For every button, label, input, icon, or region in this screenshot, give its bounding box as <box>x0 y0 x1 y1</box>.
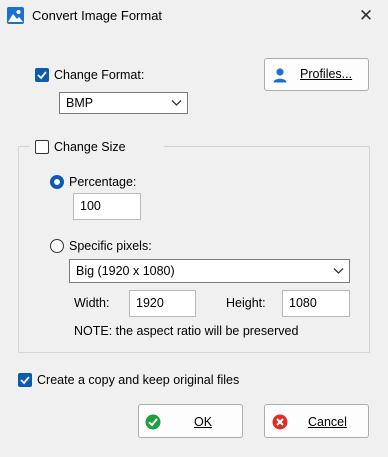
pixel-preset-value: Big (1920 x 1080) <box>76 264 175 278</box>
user-icon <box>273 68 287 83</box>
checkmark-icon <box>37 71 47 80</box>
width-input[interactable]: 1920 <box>129 290 196 317</box>
window-title: Convert Image Format <box>32 8 163 23</box>
profiles-button-label: Profiles... <box>300 67 353 81</box>
title-bar: Convert Image Format ✕ <box>0 0 388 33</box>
check-circle-icon <box>145 414 161 430</box>
close-button[interactable]: ✕ <box>350 4 382 28</box>
percentage-input[interactable]: 100 <box>73 193 141 220</box>
cancel-button[interactable]: Cancel <box>264 404 369 438</box>
specific-pixels-label: Specific pixels: <box>69 239 152 253</box>
ok-button[interactable]: OK <box>138 404 243 438</box>
cancel-circle-icon <box>272 414 288 430</box>
height-value: 1080 <box>289 296 317 310</box>
app-image-icon <box>7 7 24 24</box>
chevron-down-icon <box>171 100 182 106</box>
format-select-value: BMP <box>66 96 94 110</box>
checkmark-icon <box>20 376 30 385</box>
width-value: 1920 <box>136 296 164 310</box>
ok-button-label: OK <box>194 415 213 429</box>
percentage-label: Percentage: <box>69 175 137 189</box>
change-format-checkbox[interactable] <box>35 68 49 82</box>
change-size-checkbox[interactable] <box>35 140 49 154</box>
profiles-button[interactable]: Profiles... <box>264 58 369 91</box>
aspect-ratio-note: NOTE: the aspect ratio will be preserved <box>74 324 299 338</box>
chevron-down-icon <box>333 268 344 274</box>
percentage-value: 100 <box>80 199 101 213</box>
cancel-button-label: Cancel <box>308 415 347 429</box>
width-label: Width: <box>74 296 110 310</box>
keep-copy-label: Create a copy and keep original files <box>37 373 240 387</box>
height-input[interactable]: 1080 <box>282 290 350 317</box>
change-format-label: Change Format: <box>54 68 145 82</box>
format-select[interactable]: BMP <box>59 92 188 114</box>
percentage-radio[interactable] <box>50 175 64 189</box>
close-icon: ✕ <box>358 6 374 25</box>
keep-copy-checkbox[interactable] <box>18 373 32 387</box>
specific-pixels-radio[interactable] <box>50 239 64 253</box>
pixel-preset-select[interactable]: Big (1920 x 1080) <box>69 259 350 283</box>
change-size-label: Change Size <box>54 140 126 154</box>
height-label: Height: <box>226 296 266 310</box>
